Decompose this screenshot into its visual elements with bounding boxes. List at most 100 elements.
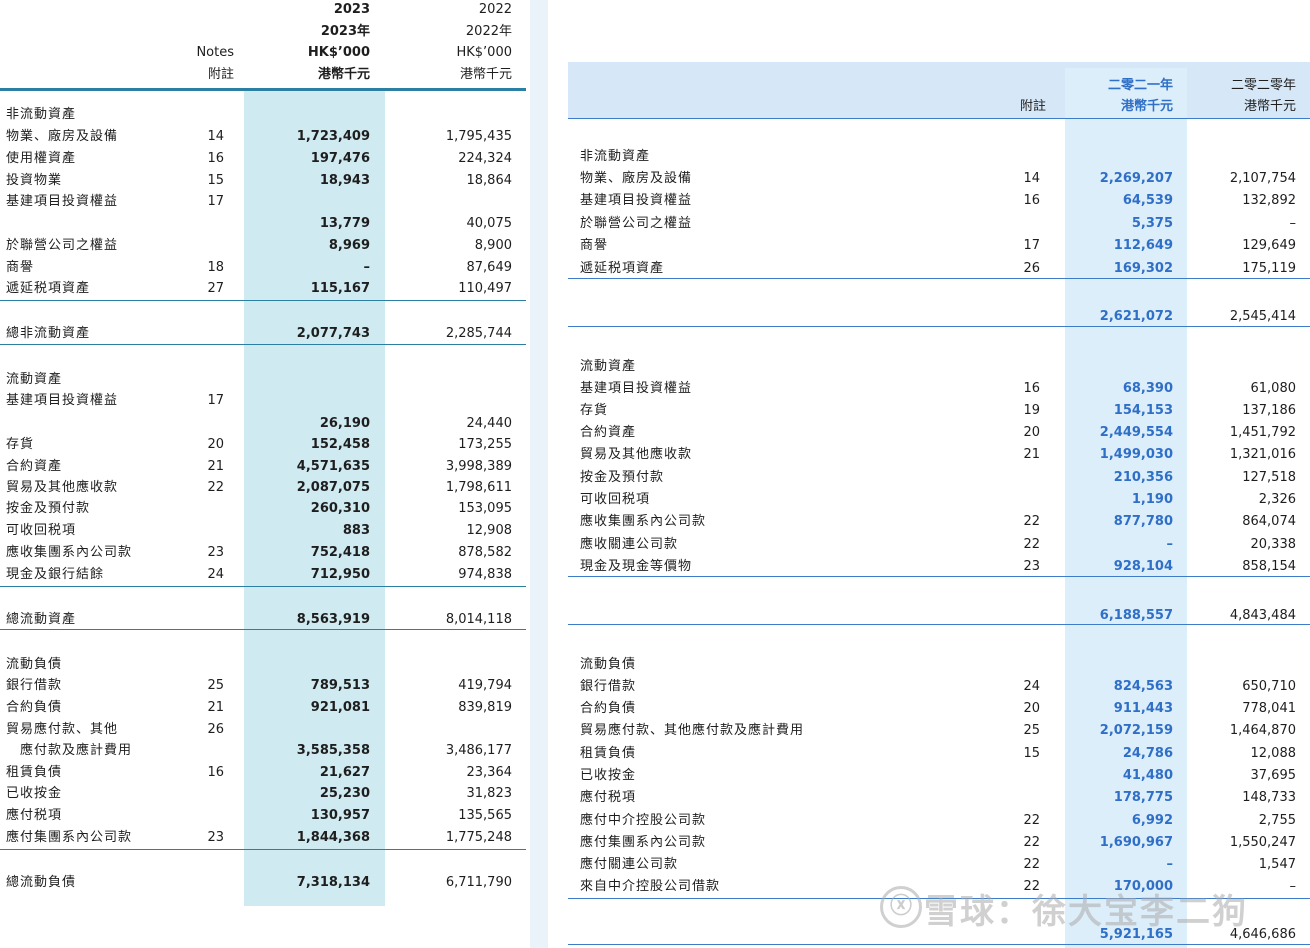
row-note: 27 [207,281,224,296]
y1-year-zh: 2023年 [320,24,370,39]
row-label: 投資物業 [6,173,63,188]
row-note: 16 [1023,193,1040,208]
row-value-2021: 154,153 [1113,403,1173,418]
row-value-2023: 18,943 [319,173,370,188]
row-value-2022: 12,908 [466,523,513,538]
row-value-2020: 1,321,016 [1229,447,1296,462]
row-label: 流動負債 [6,657,63,672]
section-rule [0,629,526,630]
row-note: 15 [1023,746,1040,761]
row-note: 25 [1023,723,1040,738]
row-label: 來自中介控股公司借款 [580,879,721,894]
row-label: 貿易應付款、其他 [6,722,119,737]
row-value-2023: 2,087,075 [296,480,370,495]
balance-sheet-2021: 二零二一年 港幣千元 二零二零年 港幣千元 附註 非流動資產 物業、廠房及設備 14… [568,0,1310,948]
row-value-2020: 175,119 [1242,261,1296,276]
section-rule [0,300,526,301]
row-value-2021: 24,786 [1122,746,1173,761]
row-value-2022: 3,486,177 [445,743,512,758]
row-note: 15 [207,173,224,188]
row-note: 24 [1023,679,1040,694]
row-value-2020: 864,074 [1242,514,1296,529]
row-value-2020: 20,338 [1250,537,1297,552]
row-label: 應收關連公司款 [580,537,679,552]
row-value-2020: 2,107,754 [1229,171,1296,186]
y2-year-en: 2022 [478,2,512,17]
row-value-2023: 260,310 [310,501,370,516]
row-note: 22 [1023,537,1040,552]
row-value-2020: – [1289,216,1297,231]
row-value-2020: 4,843,484 [1229,608,1296,623]
notes-header-en: Notes [196,45,234,60]
y2-year-zh: 二零二零年 [1230,78,1296,93]
row-label: 流動資產 [6,372,63,387]
row-note: 21 [1023,447,1040,462]
row-label: 合約負債 [6,700,63,715]
row-value-2023: 197,476 [310,151,370,166]
row-value-2020: 650,710 [1242,679,1296,694]
row-value-2022: 3,998,389 [445,459,512,474]
row-value-2023: 26,190 [319,416,370,431]
row-label: 遞延税項資產 [580,261,665,276]
row-note: 17 [207,194,224,209]
row-value-2022: 839,819 [458,700,512,715]
row-label: 非流動資產 [6,107,77,122]
row-note: 18 [207,260,224,275]
row-note: 20 [1023,701,1040,716]
row-value-2023: 752,418 [310,545,370,560]
row-label: 商譽 [580,238,609,253]
row-note: 20 [1023,425,1040,440]
row-note: 14 [1023,171,1040,186]
row-note: 23 [1023,559,1040,574]
row-note: 26 [207,722,224,737]
row-note: 17 [1023,238,1040,253]
row-value-2022: 18,864 [466,173,513,188]
row-label: 貿易及其他應收款 [6,480,119,495]
row-note: 23 [207,545,224,560]
row-label: 應付款及應計費用 [6,743,133,758]
section-rule [568,278,1310,279]
row-label: 按金及預付款 [6,501,91,516]
balance-sheet-2023: 2023 2023年 HK$’000 港幣千元 2022 2022年 HK$’0… [0,0,530,948]
row-note: 16 [1023,381,1040,396]
row-label: 應付關連公司款 [580,857,679,872]
row-label: 已收按金 [6,786,63,801]
row-note: 22 [1023,857,1040,872]
row-value-2021: 1,190 [1131,492,1173,507]
row-label: 流動資產 [580,359,637,374]
header-rule [0,88,526,91]
row-label: 於聯營公司之權益 [580,216,693,231]
row-label: 總流動資產 [6,612,77,627]
row-value-2021: 6,188,557 [1099,608,1173,623]
row-value-2021: 1,499,030 [1099,447,1173,462]
row-value-2022: 1,795,435 [445,129,512,144]
row-value-2023: 7,318,134 [296,875,370,890]
row-value-2021: 5,375 [1131,216,1173,231]
row-value-2021: – [1166,537,1174,552]
row-value-2022: 153,095 [458,501,512,516]
row-label: 銀行借款 [6,678,63,693]
row-label: 可收回税項 [6,523,77,538]
row-value-2020: 1,451,792 [1229,425,1296,440]
row-value-2022: 23,364 [466,765,513,780]
row-label: 總流動負債 [6,875,77,890]
row-label: 總非流動資產 [6,326,91,341]
row-value-2023: 1,844,368 [296,830,370,845]
row-note: 25 [207,678,224,693]
row-label: 使用權資產 [6,151,77,166]
row-value-2021: – [1166,857,1174,872]
row-value-2022: 974,838 [458,567,512,582]
row-value-2021: 2,621,072 [1099,309,1173,324]
notes-header-zh: 附註 [1019,99,1046,114]
row-label: 存貨 [6,437,35,452]
watermark-icon: ⓧ [880,886,922,928]
row-label: 貿易應付款、其他應付款及應計費用 [580,723,805,738]
row-value-2022: 878,582 [458,545,512,560]
row-label: 現金及銀行結餘 [6,567,105,582]
row-value-2021: 928,104 [1113,559,1173,574]
row-note: 16 [207,765,224,780]
row-label: 應付税項 [580,790,637,805]
row-value-2022: 8,014,118 [445,612,512,627]
row-label: 於聯營公司之權益 [6,238,119,253]
y2-unit-en: HK$’000 [456,45,512,60]
